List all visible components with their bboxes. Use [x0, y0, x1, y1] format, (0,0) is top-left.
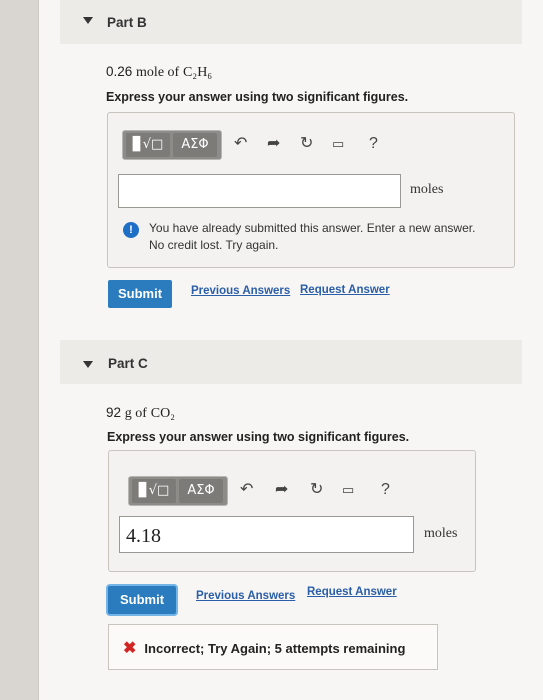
redo-icon[interactable]: ➦ — [267, 132, 280, 156]
part-c-answer-input[interactable]: 4.18 — [119, 516, 414, 553]
part-b-answer-input[interactable] — [118, 174, 401, 208]
part-c-instruction: Express your answer using two significan… — [107, 430, 410, 444]
keyboard-icon[interactable]: ▭ — [342, 478, 354, 502]
reset-icon[interactable]: ↻ — [310, 478, 323, 502]
undo-icon[interactable]: ↶ — [240, 478, 253, 502]
question-quantity: 0.26 — [106, 64, 133, 79]
keyboard-icon[interactable]: ▭ — [332, 132, 344, 156]
incorrect-icon: ✖ — [123, 640, 137, 657]
part-b-previous-answers-link[interactable]: Previous Answers — [191, 285, 290, 297]
part-b-toolbar: ▊√□ ΑΣΦ ↶ ➦ ↻ ▭ ? — [122, 130, 392, 160]
part-c-units: moles — [424, 526, 458, 541]
part-b-warning: You have already submitted this answer. … — [149, 220, 509, 254]
help-button[interactable]: ? — [369, 132, 378, 156]
part-b-instruction: Express your answer using two significan… — [106, 90, 409, 104]
redo-icon[interactable]: ➦ — [275, 478, 288, 502]
collapse-arrow-icon[interactable] — [83, 17, 93, 24]
undo-icon[interactable]: ↶ — [234, 132, 247, 156]
feedback-text: Incorrect; Try Again; 5 attempts remaini… — [144, 641, 406, 656]
part-b-question: 0.26 mole of C₂H₆ — [106, 64, 212, 81]
question-unit: mole of — [136, 65, 180, 80]
question-quantity: 92 — [106, 405, 122, 420]
part-c-title: Part C — [108, 356, 148, 371]
part-c-request-answer-link[interactable]: Request Answer — [307, 586, 397, 598]
template-button[interactable]: ▊√□ — [126, 133, 170, 157]
alert-icon: ! — [123, 222, 139, 238]
math-tools-group: ▊√□ ΑΣΦ — [128, 476, 228, 506]
warning-line-1: You have already submitted this answer. … — [149, 221, 476, 235]
greek-symbols-button[interactable]: ΑΣΦ — [179, 479, 223, 503]
greek-symbols-button[interactable]: ΑΣΦ — [173, 133, 217, 157]
part-c-feedback: ✖ Incorrect; Try Again; 5 attempts remain… — [108, 624, 438, 670]
warning-line-2: No credit lost. Try again. — [149, 238, 279, 252]
reset-icon[interactable]: ↻ — [300, 132, 313, 156]
part-b-units: moles — [410, 182, 444, 197]
part-c-previous-answers-link[interactable]: Previous Answers — [196, 590, 295, 602]
help-button[interactable]: ? — [381, 478, 390, 502]
collapse-arrow-icon[interactable] — [83, 361, 93, 368]
math-tools-group: ▊√□ ΑΣΦ — [122, 130, 222, 160]
part-c-question: 92 g of CO₂ — [106, 405, 175, 422]
part-b-request-answer-link[interactable]: Request Answer — [300, 284, 390, 296]
part-c-submit-button[interactable]: Submit — [108, 586, 176, 614]
question-formula: C₂H₆ — [182, 65, 213, 80]
part-b-submit-button[interactable]: Submit — [108, 280, 172, 308]
part-c-answer-panel — [108, 450, 476, 572]
question-unit: g of — [124, 406, 147, 421]
part-c-toolbar: ▊√□ ΑΣΦ ↶ ➦ ↻ ▭ ? — [128, 476, 398, 506]
question-formula: CO₂ — [150, 406, 176, 421]
template-button[interactable]: ▊√□ — [132, 479, 176, 503]
part-b-title: Part B — [107, 15, 147, 30]
